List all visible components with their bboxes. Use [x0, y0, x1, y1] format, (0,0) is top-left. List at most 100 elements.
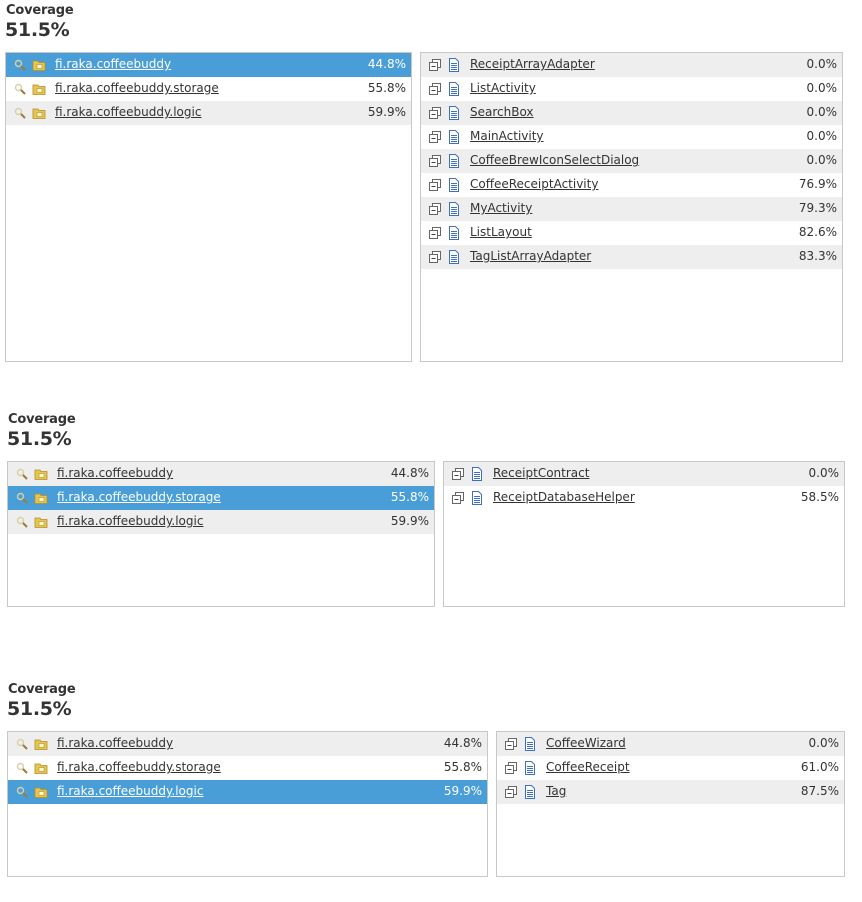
package-folder-icon — [32, 58, 46, 72]
class-row[interactable]: TagListArrayAdapter 83.3% — [421, 245, 842, 269]
class-row[interactable]: ListLayout 82.6% — [421, 221, 842, 245]
package-name-link[interactable]: fi.raka.coffeebuddy.logic — [57, 514, 203, 528]
class-list-panel: ReceiptArrayAdapter 0.0% ListActivity 0.… — [420, 52, 843, 362]
magnifier-icon[interactable] — [14, 107, 26, 119]
package-coverage: 59.9% — [367, 105, 406, 119]
expand-class-icon[interactable] — [429, 107, 441, 119]
class-name-link[interactable]: CoffeeReceipt — [546, 760, 630, 774]
class-row[interactable]: ListActivity 0.0% — [421, 77, 842, 101]
magnifier-icon[interactable] — [16, 516, 28, 528]
class-name-link[interactable]: SearchBox — [470, 105, 534, 119]
class-name-link[interactable]: MyActivity — [470, 201, 532, 215]
class-file-icon — [447, 106, 461, 120]
magnifier-icon[interactable] — [16, 468, 28, 480]
coverage-section-3: Coverage 51.5% fi.raka.coffeebuddy 44.8%… — [0, 679, 862, 889]
class-row[interactable]: CoffeeWizard 0.0% — [497, 732, 844, 756]
class-file-icon — [523, 737, 537, 751]
class-name-link[interactable]: ReceiptDatabaseHelper — [493, 490, 635, 504]
package-list-panel: fi.raka.coffeebuddy 44.8% fi.raka.coffee… — [5, 52, 412, 362]
class-coverage: 0.0% — [806, 129, 838, 143]
class-file-icon — [470, 491, 484, 505]
package-folder-icon — [32, 82, 46, 96]
class-coverage: 76.9% — [798, 177, 837, 191]
package-name-link[interactable]: fi.raka.coffeebuddy — [55, 57, 171, 71]
class-name-link[interactable]: ReceiptContract — [493, 466, 589, 480]
class-name-link[interactable]: ListActivity — [470, 81, 536, 95]
package-row[interactable]: fi.raka.coffeebuddy.storage 55.8% — [6, 77, 411, 101]
class-file-icon — [523, 785, 537, 799]
package-name-link[interactable]: fi.raka.coffeebuddy.logic — [57, 784, 203, 798]
class-row[interactable]: SearchBox 0.0% — [421, 101, 842, 125]
class-file-icon — [523, 761, 537, 775]
expand-class-icon[interactable] — [429, 179, 441, 191]
magnifier-icon[interactable] — [16, 762, 28, 774]
expand-class-icon[interactable] — [452, 468, 464, 480]
class-row[interactable]: MainActivity 0.0% — [421, 125, 842, 149]
class-list-panel: ReceiptContract 0.0% ReceiptDatabaseHelp… — [443, 461, 845, 607]
class-name-link[interactable]: TagListArrayAdapter — [470, 249, 591, 263]
package-row[interactable]: fi.raka.coffeebuddy.logic 59.9% — [8, 780, 487, 804]
package-row[interactable]: fi.raka.coffeebuddy.logic 59.9% — [6, 101, 411, 125]
class-row[interactable]: MyActivity 79.3% — [421, 197, 842, 221]
class-file-icon — [447, 178, 461, 192]
expand-class-icon[interactable] — [452, 492, 464, 504]
package-list-panel: fi.raka.coffeebuddy 44.8% fi.raka.coffee… — [7, 461, 435, 607]
class-file-icon — [447, 58, 461, 72]
class-row[interactable]: CoffeeReceiptActivity 76.9% — [421, 173, 842, 197]
package-folder-icon — [34, 467, 48, 481]
magnifier-icon[interactable] — [14, 59, 26, 71]
package-row[interactable]: fi.raka.coffeebuddy.logic 59.9% — [8, 510, 434, 534]
expand-class-icon[interactable] — [505, 786, 517, 798]
class-name-link[interactable]: ListLayout — [470, 225, 532, 239]
class-row[interactable]: CoffeeBrewIconSelectDialog 0.0% — [421, 149, 842, 173]
package-coverage: 59.9% — [443, 784, 482, 798]
package-name-link[interactable]: fi.raka.coffeebuddy.storage — [57, 760, 221, 774]
expand-class-icon[interactable] — [429, 131, 441, 143]
class-coverage: 0.0% — [806, 57, 838, 71]
coverage-value: 51.5% — [7, 698, 72, 720]
class-row[interactable]: Tag 87.5% — [497, 780, 844, 804]
magnifier-icon[interactable] — [14, 83, 26, 95]
class-row[interactable]: ReceiptDatabaseHelper 58.5% — [444, 486, 844, 510]
package-row[interactable]: fi.raka.coffeebuddy.storage 55.8% — [8, 756, 487, 780]
expand-class-icon[interactable] — [429, 251, 441, 263]
coverage-label: Coverage — [6, 3, 74, 18]
class-name-link[interactable]: CoffeeWizard — [546, 736, 626, 750]
class-name-link[interactable]: ReceiptArrayAdapter — [470, 57, 595, 71]
package-row[interactable]: fi.raka.coffeebuddy 44.8% — [8, 462, 434, 486]
expand-class-icon[interactable] — [429, 83, 441, 95]
coverage-section-1: Coverage 51.5% fi.raka.coffeebuddy 44.8%… — [0, 0, 862, 370]
class-row[interactable]: ReceiptContract 0.0% — [444, 462, 844, 486]
class-name-link[interactable]: MainActivity — [470, 129, 544, 143]
package-name-link[interactable]: fi.raka.coffeebuddy — [57, 736, 173, 750]
class-coverage: 61.0% — [800, 760, 839, 774]
package-coverage: 44.8% — [367, 57, 406, 71]
class-name-link[interactable]: CoffeeBrewIconSelectDialog — [470, 153, 639, 167]
expand-class-icon[interactable] — [429, 227, 441, 239]
package-folder-icon — [34, 491, 48, 505]
magnifier-icon[interactable] — [16, 786, 28, 798]
expand-class-icon[interactable] — [429, 155, 441, 167]
magnifier-icon[interactable] — [16, 738, 28, 750]
package-row[interactable]: fi.raka.coffeebuddy 44.8% — [8, 732, 487, 756]
package-name-link[interactable]: fi.raka.coffeebuddy — [57, 466, 173, 480]
package-name-link[interactable]: fi.raka.coffeebuddy.storage — [55, 81, 219, 95]
expand-class-icon[interactable] — [429, 59, 441, 71]
package-name-link[interactable]: fi.raka.coffeebuddy.logic — [55, 105, 201, 119]
class-row[interactable]: CoffeeReceipt 61.0% — [497, 756, 844, 780]
package-list-panel: fi.raka.coffeebuddy 44.8% fi.raka.coffee… — [7, 731, 488, 877]
package-coverage: 44.8% — [390, 466, 429, 480]
expand-class-icon[interactable] — [429, 203, 441, 215]
expand-class-icon[interactable] — [505, 762, 517, 774]
package-folder-icon — [34, 737, 48, 751]
package-name-link[interactable]: fi.raka.coffeebuddy.storage — [57, 490, 221, 504]
class-row[interactable]: ReceiptArrayAdapter 0.0% — [421, 53, 842, 77]
class-name-link[interactable]: Tag — [546, 784, 566, 798]
class-coverage: 79.3% — [798, 201, 837, 215]
package-row[interactable]: fi.raka.coffeebuddy.storage 55.8% — [8, 486, 434, 510]
package-row[interactable]: fi.raka.coffeebuddy 44.8% — [6, 53, 411, 77]
class-name-link[interactable]: CoffeeReceiptActivity — [470, 177, 598, 191]
expand-class-icon[interactable] — [505, 738, 517, 750]
magnifier-icon[interactable] — [16, 492, 28, 504]
class-coverage: 83.3% — [798, 249, 837, 263]
